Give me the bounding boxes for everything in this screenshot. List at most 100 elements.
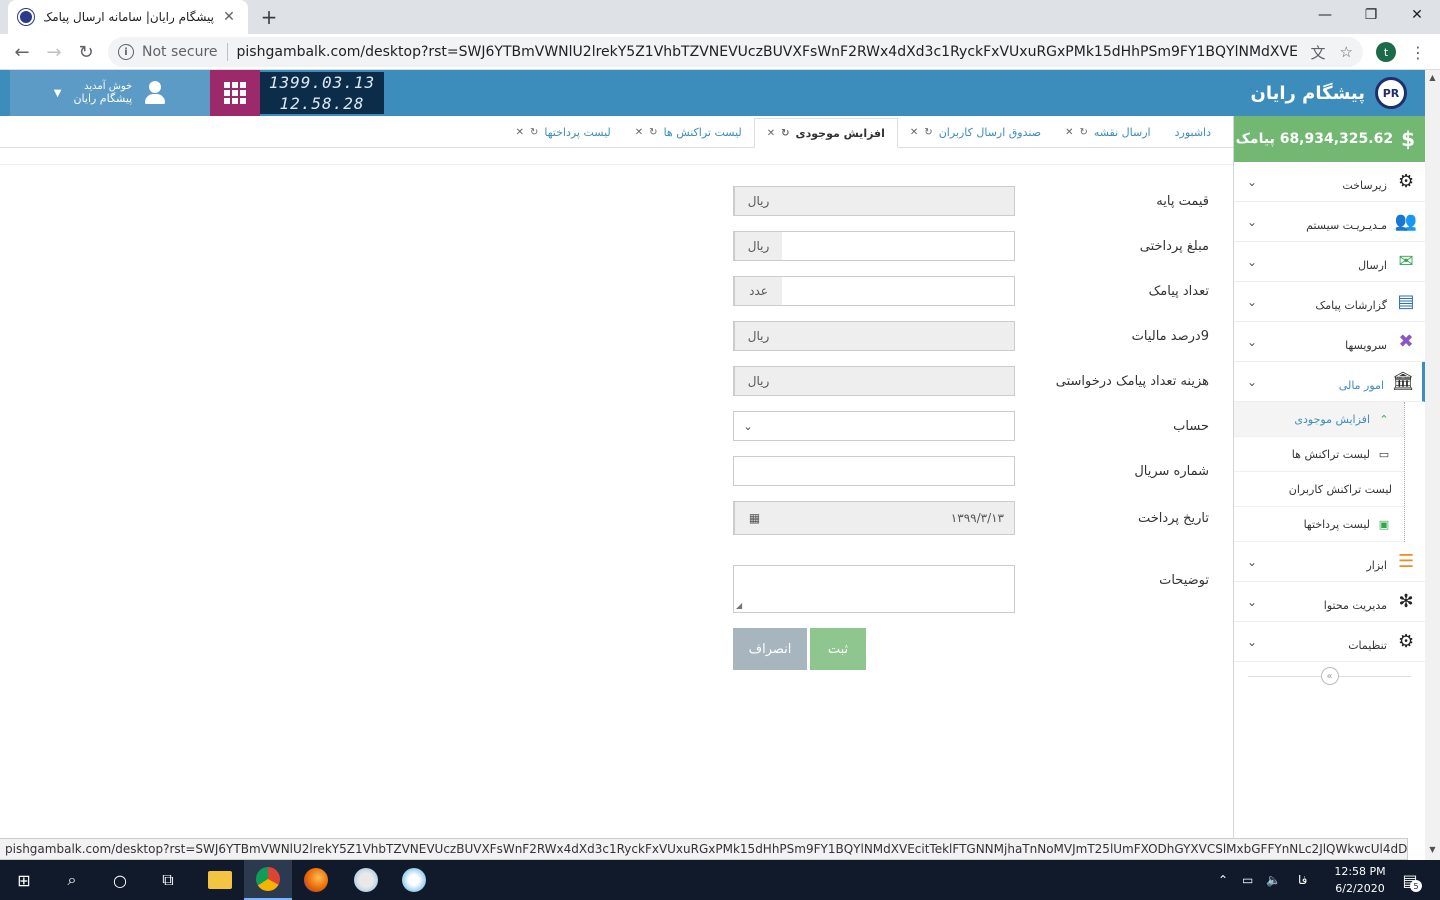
url-text[interactable]: pishgambalk.com/desktop?rst=SWJ6YTBmVWNl… bbox=[237, 44, 1297, 60]
paint-icon[interactable] bbox=[342, 860, 390, 900]
sidebar-item-sms-reports[interactable]: ▤ گزارشات پیامک ⌄ bbox=[1234, 282, 1425, 322]
scroll-down-icon[interactable]: ▼ bbox=[1425, 842, 1440, 857]
browser-menu-icon[interactable]: ⋮ bbox=[1410, 40, 1426, 64]
task-view-icon[interactable]: ⧉ bbox=[144, 860, 192, 900]
content-tabs: داشبورد ارسال نقشه ↻ ✕ صندوق ارسال کاربران… bbox=[0, 116, 1233, 148]
back-button[interactable]: ← bbox=[8, 38, 36, 66]
restore-button[interactable]: ❐ bbox=[1348, 0, 1394, 30]
welcome-text: خوش آمدید bbox=[84, 81, 133, 92]
sidebar-item-services[interactable]: ✖ سرویسها ⌄ bbox=[1234, 322, 1425, 362]
firefox-icon[interactable] bbox=[292, 860, 340, 900]
content-divider bbox=[0, 164, 1233, 165]
payment-amount-input[interactable] bbox=[782, 232, 1014, 260]
tax-label: 9درصد مالیات bbox=[1131, 328, 1209, 344]
sidebar-item-label: تنظیمات bbox=[1348, 639, 1387, 652]
tab-transactions[interactable]: لیست تراکنش ها ↻ ✕ bbox=[623, 117, 754, 147]
browser-tab[interactable]: پیشگام رایان| سامانه ارسال پیامک ان ✕ bbox=[8, 0, 248, 34]
reload-button[interactable]: ↻ bbox=[72, 38, 100, 66]
refresh-tab-icon[interactable]: ↻ bbox=[649, 127, 657, 138]
close-tab-icon[interactable]: ✕ bbox=[767, 128, 775, 139]
sidebar-item-label: امور مالی bbox=[1338, 379, 1384, 392]
close-tab-icon[interactable]: ✕ bbox=[635, 127, 643, 138]
file-explorer-icon[interactable] bbox=[196, 860, 244, 900]
close-tab-icon[interactable]: ✕ bbox=[1065, 127, 1073, 138]
sidebar-item-system-management[interactable]: 👥 مـدیـریـت سیستم ⌄ bbox=[1234, 202, 1425, 242]
description-row: توضیحات ◢ bbox=[733, 565, 1223, 613]
search-icon[interactable]: ⌕ bbox=[48, 860, 96, 900]
gear-icon: ⚙ bbox=[1397, 631, 1415, 652]
scroll-up-icon[interactable]: ▲ bbox=[1425, 70, 1440, 85]
balance-box: $ 68,934,325.62 پیامک bbox=[1234, 116, 1425, 162]
submit-button[interactable]: ثبت bbox=[810, 628, 866, 670]
tab-send-map[interactable]: ارسال نقشه ↻ ✕ bbox=[1053, 117, 1163, 147]
resize-grip-icon[interactable]: ◢ bbox=[736, 601, 742, 610]
sidebar-item-content-management[interactable]: ✻ مدیریت محتوا ⌄ bbox=[1234, 582, 1425, 622]
address-bar[interactable]: i Not secure pishgambalk.com/desktop?rst… bbox=[108, 37, 1363, 67]
sidebar-item-infrastructure[interactable]: ⚙ زیرساخت ⌄ bbox=[1234, 162, 1425, 202]
sidebar-item-finance[interactable]: 🏛 امور مالی ⌄ bbox=[1234, 362, 1425, 402]
refresh-tab-icon[interactable]: ↻ bbox=[530, 127, 538, 138]
minimize-button[interactable]: — bbox=[1302, 0, 1348, 30]
forward-button[interactable]: → bbox=[40, 38, 68, 66]
apps-grid-button[interactable] bbox=[210, 70, 260, 116]
account-value bbox=[762, 412, 1014, 440]
payment-date-input[interactable] bbox=[774, 502, 1014, 534]
sidebar-item-tools[interactable]: ☰ ابزار ⌄ bbox=[1234, 542, 1425, 582]
payment-amount-label: مبلغ پرداختی bbox=[1139, 238, 1209, 254]
double-chevron-icon[interactable]: » bbox=[1320, 667, 1339, 685]
sidebar-item-label: گزارشات پیامک bbox=[1315, 299, 1387, 312]
submenu-item-payments[interactable]: ▣ لیست پرداختها bbox=[1234, 507, 1404, 542]
sms-count-input[interactable] bbox=[782, 277, 1014, 305]
taskbar-clock[interactable]: 12:58 PM 6/2/2020 bbox=[1318, 863, 1402, 897]
chevron-up-icon: ⌃ bbox=[1379, 412, 1389, 426]
sidebar-item-settings[interactable]: ⚙ تنظیمات ⌄ bbox=[1234, 622, 1425, 662]
chevron-down-icon: ⌄ bbox=[1246, 214, 1258, 229]
finance-submenu: ⌃ افزایش موجودی ▭ لیست تراکنش ها لیست تر… bbox=[1234, 402, 1405, 542]
bookmark-star-icon[interactable]: ☆ bbox=[1340, 43, 1353, 61]
serial-input[interactable] bbox=[734, 457, 1014, 485]
brand[interactable]: PR پیشگام رایان bbox=[1250, 70, 1407, 116]
language-indicator[interactable]: فا bbox=[1298, 860, 1312, 900]
chevron-down-icon: ⌄ bbox=[743, 419, 753, 433]
browser-tab-title: پیشگام رایان| سامانه ارسال پیامک ان bbox=[44, 10, 214, 24]
submenu-item-user-transactions[interactable]: لیست تراکنش کاربران bbox=[1234, 472, 1404, 507]
submenu-item-transactions[interactable]: ▭ لیست تراکنش ها bbox=[1234, 437, 1404, 472]
cost-input bbox=[782, 367, 1014, 395]
caret-down-icon: ▼ bbox=[53, 87, 62, 99]
page-scrollbar[interactable]: ▲ ▼ bbox=[1425, 70, 1440, 860]
account-select[interactable]: ⌄ bbox=[733, 411, 1015, 441]
cancel-button[interactable]: انصراف bbox=[733, 628, 807, 670]
notification-icon[interactable]: ▤ 5 bbox=[1398, 868, 1422, 892]
tab-increase-balance[interactable]: افزایش موجودی ↻ ✕ bbox=[753, 118, 898, 148]
volume-muted-icon[interactable]: 🔈 bbox=[1266, 860, 1284, 900]
description-textarea[interactable]: ◢ bbox=[733, 565, 1015, 613]
close-tab-icon[interactable]: ✕ bbox=[516, 127, 524, 138]
tab-user-outbox[interactable]: صندوق ارسال کاربران ↻ ✕ bbox=[898, 117, 1053, 147]
translate-icon[interactable]: 文 bbox=[1311, 42, 1326, 63]
tab-payments[interactable]: لیست پرداختها ↻ ✕ bbox=[504, 117, 623, 147]
calendar-icon[interactable]: ▦ bbox=[734, 502, 774, 534]
sidebar-item-label: ارسال bbox=[1358, 259, 1387, 272]
submenu-item-increase-balance[interactable]: ⌃ افزایش موجودی bbox=[1234, 402, 1404, 437]
credit-card-icon: ▭ bbox=[1378, 447, 1390, 461]
close-tab-icon[interactable]: ✕ bbox=[220, 8, 238, 26]
cortana-icon[interactable]: ○ bbox=[96, 860, 144, 900]
info-icon[interactable]: i bbox=[118, 44, 134, 60]
paint-3d-icon[interactable] bbox=[390, 860, 438, 900]
tab-dashboard[interactable]: داشبورد bbox=[1163, 117, 1223, 147]
sidebar-item-send[interactable]: ✉ ارسال ⌄ bbox=[1234, 242, 1425, 282]
refresh-tab-icon[interactable]: ↻ bbox=[924, 127, 932, 138]
windows-start-icon[interactable]: ⊞ bbox=[0, 860, 48, 900]
tray-chevron-up-icon[interactable]: ⌃ bbox=[1218, 860, 1232, 900]
user-menu[interactable]: ▼ خوش آمدید پیشگام رایان bbox=[10, 70, 210, 116]
refresh-tab-icon[interactable]: ↻ bbox=[781, 128, 789, 139]
not-secure-label: Not secure bbox=[142, 44, 218, 60]
close-tab-icon[interactable]: ✕ bbox=[910, 127, 918, 138]
refresh-tab-icon[interactable]: ↻ bbox=[1079, 127, 1087, 138]
new-tab-button[interactable]: + bbox=[258, 5, 280, 29]
network-icon[interactable]: ▭ bbox=[1242, 860, 1260, 900]
close-window-button[interactable]: ✕ bbox=[1394, 0, 1440, 30]
users-icon: 👥 bbox=[1394, 211, 1418, 232]
profile-avatar[interactable]: t bbox=[1376, 42, 1396, 62]
chrome-icon[interactable] bbox=[244, 860, 292, 900]
